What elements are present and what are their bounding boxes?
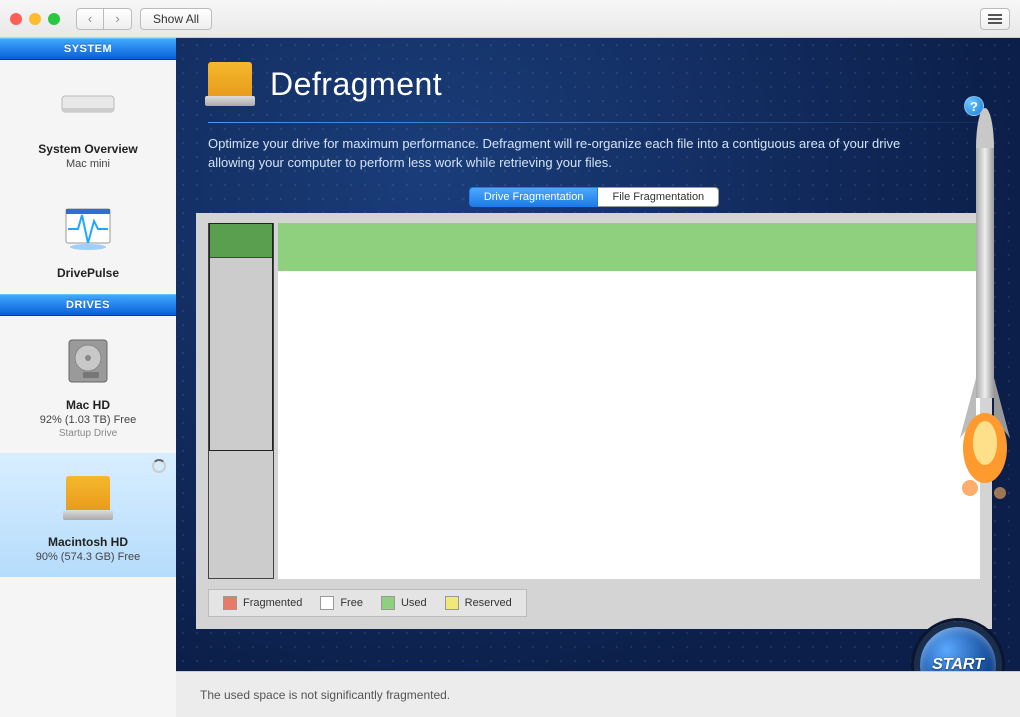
- back-button[interactable]: ‹: [76, 8, 104, 30]
- sidebar-item-sublabel: 92% (1.03 TB) Free: [8, 414, 168, 426]
- legend-reserved: Reserved: [445, 596, 512, 610]
- list-view-button[interactable]: [980, 8, 1010, 30]
- loading-spinner-icon: [152, 459, 166, 473]
- forward-button[interactable]: ›: [104, 8, 132, 30]
- window-toolbar: ‹ › Show All: [0, 0, 1020, 38]
- map-used-region: [278, 223, 980, 271]
- close-window-button[interactable]: [10, 13, 22, 25]
- page-header: Defragment ? Optimize your drive for max…: [176, 38, 1020, 207]
- minimap-viewport: [209, 223, 273, 451]
- legend-free: Free: [320, 596, 363, 610]
- drivepulse-icon: [56, 202, 120, 256]
- sidebar-item-sublabel: 90% (574.3 GB) Free: [8, 551, 168, 563]
- zoom-window-button[interactable]: [48, 13, 60, 25]
- mac-mini-icon: [56, 78, 120, 132]
- external-drive-icon: [56, 471, 120, 525]
- sidebar-item-label: Mac HD: [8, 398, 168, 412]
- divider: [208, 122, 980, 123]
- show-all-button[interactable]: Show All: [140, 8, 212, 30]
- section-header-system: SYSTEM: [0, 38, 176, 60]
- sidebar-item-mac-hd[interactable]: Mac HD 92% (1.03 TB) Free Startup Drive: [0, 316, 176, 453]
- page-title: Defragment: [270, 66, 442, 103]
- tab-drive-fragmentation[interactable]: Drive Fragmentation: [469, 187, 599, 207]
- nav-buttons: ‹ ›: [76, 8, 132, 30]
- sidebar-item-label: Macintosh HD: [8, 535, 168, 549]
- traffic-lights: [10, 13, 60, 25]
- legend-used: Used: [381, 596, 427, 610]
- sidebar-item-sublabel2: Startup Drive: [8, 428, 168, 439]
- fragmentation-map[interactable]: [278, 223, 980, 579]
- legend: Fragmented Free Used Reserved: [208, 589, 527, 617]
- main-content: Defragment ? Optimize your drive for max…: [176, 38, 1020, 717]
- sidebar-item-label: System Overview: [8, 142, 168, 156]
- page-description: Optimize your drive for maximum performa…: [208, 135, 928, 173]
- tab-file-fragmentation[interactable]: File Fragmentation: [598, 187, 719, 207]
- fragmentation-minimap[interactable]: [208, 223, 274, 579]
- sidebar-item-sublabel: Mac mini: [8, 158, 168, 170]
- status-bar: The used space is not significantly frag…: [176, 671, 1020, 717]
- sidebar: SYSTEM System Overview Mac mini DrivePul…: [0, 38, 176, 717]
- legend-fragmented: Fragmented: [223, 596, 302, 610]
- minimize-window-button[interactable]: [29, 13, 41, 25]
- status-text: The used space is not significantly frag…: [200, 688, 450, 702]
- fragmentation-panel: Fragmented Free Used Reserved: [196, 213, 992, 629]
- external-drive-icon: [208, 62, 252, 106]
- section-header-drives: DRIVES: [0, 294, 176, 316]
- help-button[interactable]: ?: [964, 96, 984, 116]
- sidebar-item-system-overview[interactable]: System Overview Mac mini: [0, 60, 176, 184]
- sidebar-item-macintosh-hd[interactable]: Macintosh HD 90% (574.3 GB) Free: [0, 453, 176, 577]
- internal-drive-icon: [56, 334, 120, 388]
- sidebar-item-label: DrivePulse: [8, 266, 168, 280]
- fragmentation-tabs: Drive Fragmentation File Fragmentation: [208, 187, 980, 207]
- sidebar-item-drivepulse[interactable]: DrivePulse: [0, 184, 176, 294]
